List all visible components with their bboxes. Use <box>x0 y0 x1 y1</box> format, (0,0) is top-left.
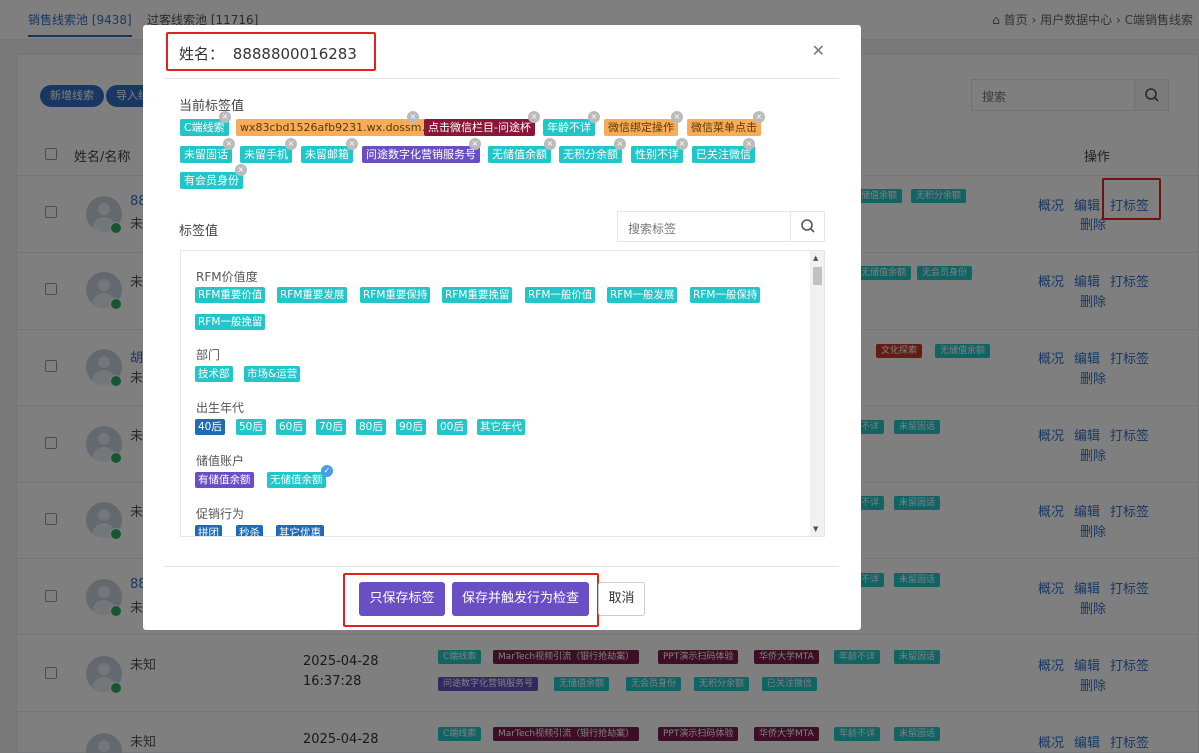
remove-tag-icon[interactable]: × <box>544 138 556 150</box>
checkmark-icon: ✓ <box>321 465 333 477</box>
remove-tag-icon[interactable]: × <box>676 138 688 150</box>
remove-tag-icon[interactable]: × <box>407 111 419 123</box>
current-tag: 微信菜单点击 <box>687 119 761 136</box>
tag-option[interactable]: 60后 <box>276 419 306 435</box>
remove-tag-icon[interactable]: × <box>588 111 600 123</box>
tag-option[interactable]: 00后 <box>437 419 467 435</box>
remove-tag-icon[interactable]: × <box>219 111 231 123</box>
scroll-up-icon[interactable]: ▲ <box>813 254 818 262</box>
tag-option[interactable]: 拼团 <box>195 525 222 536</box>
tag-option[interactable]: RFM重要挽留 <box>442 287 513 303</box>
modal-header-divider <box>163 78 839 79</box>
current-tag: 无积分余额 <box>559 146 622 163</box>
current-tag: 年龄不详 <box>543 119 595 136</box>
save-tags-button[interactable]: 只保存标签 <box>359 582 445 616</box>
tag-search-box: 搜索标签 <box>617 211 825 242</box>
scroll-down-icon[interactable]: ▼ <box>813 525 818 533</box>
remove-tag-icon[interactable]: × <box>235 164 247 176</box>
tag-option[interactable]: RFM一般发展 <box>607 287 678 303</box>
tag-group-title: 促销行为 <box>196 507 245 521</box>
tag-option[interactable]: 80后 <box>356 419 386 435</box>
tag-group-title: 储值账户 <box>196 454 245 468</box>
tag-option[interactable]: 90后 <box>396 419 426 435</box>
current-tag: 未留手机 <box>240 146 292 163</box>
remove-tag-icon[interactable]: × <box>743 138 755 150</box>
tag-option[interactable]: RFM一般保持 <box>690 287 761 303</box>
current-tag: 未留邮箱 <box>301 146 353 163</box>
tag-search-input[interactable]: 搜索标签 <box>628 220 676 237</box>
tag-search-button[interactable] <box>790 212 824 241</box>
tag-option[interactable]: RFM重要保持 <box>360 287 431 303</box>
save-and-trigger-button[interactable]: 保存并触发行为检查 <box>452 582 589 616</box>
remove-tag-icon[interactable]: × <box>528 111 540 123</box>
modal-footer-divider <box>163 566 839 567</box>
current-tags-label: 当前标签值 <box>179 99 245 114</box>
remove-tag-icon[interactable]: × <box>671 111 683 123</box>
cancel-button[interactable]: 取消 <box>598 582 645 616</box>
tag-option[interactable]: 技术部 <box>195 366 233 382</box>
tag-modal: 姓名： 8888800016283 ✕ 当前标签值 C端线索 × wx83cbd… <box>143 25 861 630</box>
tag-group-title: 部门 <box>196 348 221 362</box>
tag-option[interactable]: 70后 <box>316 419 346 435</box>
remove-tag-icon[interactable]: × <box>753 111 765 123</box>
tag-option[interactable]: 其它优惠 <box>276 525 324 536</box>
tag-list-scrollbar[interactable]: ▲ ▼ <box>810 251 824 536</box>
tag-option[interactable]: RFM一般价值 <box>525 287 596 303</box>
current-tag: 有会员身份 <box>180 172 243 189</box>
remove-tag-icon[interactable]: × <box>614 138 626 150</box>
tag-option-selected[interactable]: 无储值余额 <box>267 472 326 488</box>
remove-tag-icon[interactable]: × <box>223 138 235 150</box>
tag-option[interactable]: RFM重要价值 <box>195 287 266 303</box>
tag-option[interactable]: 有储值余额 <box>195 472 254 488</box>
tag-option[interactable]: RFM重要发展 <box>277 287 348 303</box>
remove-tag-icon[interactable]: × <box>346 138 358 150</box>
close-icon[interactable]: ✕ <box>812 41 825 60</box>
current-tag: 点击微信栏目-问途杯 <box>424 119 535 136</box>
tag-option[interactable]: 秒杀 <box>236 525 263 536</box>
remove-tag-icon[interactable]: × <box>285 138 297 150</box>
tag-group-title: RFM价值度 <box>196 270 258 284</box>
tag-option-selected[interactable]: 40后 <box>195 419 225 435</box>
current-tag: 无储值余额 <box>488 146 551 163</box>
current-tag: 问途数字化营销服务号 <box>362 146 480 163</box>
tag-list: RFM价值度 RFM重要价值 RFM重要发展 RFM重要保持 RFM重要挽留 R… <box>180 250 825 537</box>
current-tag: 微信绑定操作 <box>604 119 678 136</box>
current-tag: 性别不详 <box>631 146 683 163</box>
remove-tag-icon[interactable]: × <box>469 138 481 150</box>
tag-group-title: 出生年代 <box>196 401 245 415</box>
tag-option[interactable]: RFM一般挽留 <box>195 314 266 330</box>
tag-option[interactable]: 其它年代 <box>477 419 525 435</box>
scrollbar-thumb[interactable] <box>813 267 822 285</box>
highlight-title <box>166 32 376 71</box>
tag-option[interactable]: 市场&运营 <box>244 366 301 382</box>
tag-option[interactable]: 50后 <box>236 419 266 435</box>
tag-values-label: 标签值 <box>179 224 219 239</box>
search-icon <box>801 219 815 233</box>
